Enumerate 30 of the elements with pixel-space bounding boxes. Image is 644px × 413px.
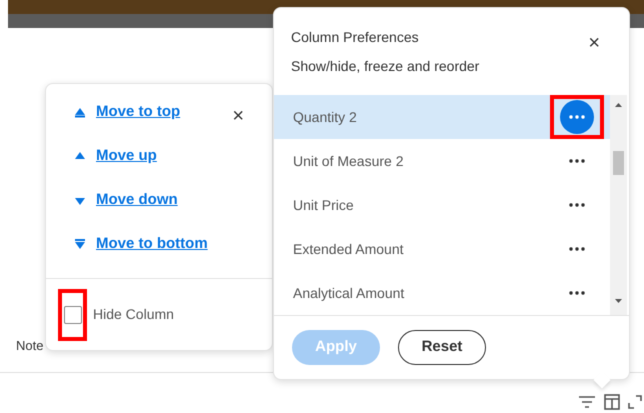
close-button[interactable]: × (232, 106, 244, 126)
expand-icon[interactable] (628, 395, 642, 409)
column-row[interactable]: Quantity 2 (274, 95, 610, 139)
more-icon (569, 159, 585, 163)
panel-title: Column Preferences (291, 28, 419, 47)
scrollbar[interactable] (610, 95, 627, 315)
move-link[interactable]: Move up (96, 145, 157, 168)
note-label: Note (16, 337, 44, 355)
more-icon (569, 203, 585, 207)
more-icon (569, 291, 585, 295)
column-row[interactable]: Unit Price (274, 183, 610, 227)
column-row[interactable]: Extended Amount (274, 227, 610, 271)
checkbox-label: Hide Column (93, 305, 174, 324)
close-button[interactable]: × (588, 33, 600, 53)
column-row[interactable]: Unit of Measure 2 (274, 139, 610, 183)
move-link[interactable]: Move down (96, 189, 178, 212)
move-link[interactable]: Move to bottom (96, 233, 208, 256)
filter-icon[interactable] (578, 395, 596, 409)
reset-button[interactable]: Reset (398, 330, 486, 365)
column-row[interactable]: Analytical Amount (274, 271, 610, 315)
panel-subtitle: Show/hide, freeze and reorder (291, 57, 480, 76)
checkbox[interactable] (64, 306, 82, 324)
move-link[interactable]: Move to top (96, 101, 180, 124)
columns-icon[interactable] (604, 394, 620, 410)
down-arrow-icon (74, 239, 86, 250)
more-icon (569, 247, 585, 251)
down-arrow-icon (74, 195, 86, 206)
more-icon (569, 115, 585, 119)
up-arrow-icon (74, 151, 86, 162)
up-arrow-icon (74, 107, 86, 118)
